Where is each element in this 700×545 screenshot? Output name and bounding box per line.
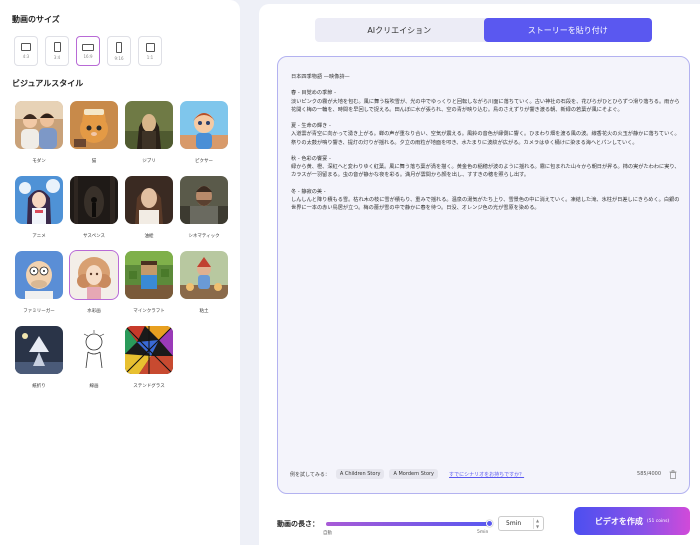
style-option-cinematic[interactable]: シネマティック: [180, 176, 228, 245]
size-option-label: 1:1: [146, 54, 154, 60]
size-options: 4:3 3:4 16:9 9:16 1:1: [14, 36, 228, 66]
style-label: 紙折り: [32, 384, 46, 389]
style-label: シネマティック: [188, 234, 220, 239]
style-label: 粘土: [199, 309, 209, 314]
style-label: モダン: [32, 159, 46, 164]
style-label: アニメ: [32, 234, 46, 239]
size-option-16-9[interactable]: 16:9: [76, 36, 100, 66]
oil-painting-thumbnail: [125, 176, 173, 224]
ghibli-thumbnail: [125, 101, 173, 149]
ratio-9-16-icon: [116, 41, 122, 53]
pixar-thumbnail: [180, 101, 228, 149]
style-option-minecraft[interactable]: マインクラフト: [125, 251, 173, 320]
style-option-anime[interactable]: アニメ: [15, 176, 63, 245]
editor-footer: 例を試してみる： A Children Story A Mordern Stor…: [290, 469, 677, 479]
style-label: 猫: [91, 159, 97, 164]
origami-thumbnail: [15, 326, 63, 374]
style-label: 水彩画: [87, 309, 101, 314]
video-size-title: 動画のサイズ: [12, 15, 60, 24]
style-label: 線画: [89, 384, 99, 389]
style-option-family-guy[interactable]: ファミリーガー: [15, 251, 63, 320]
slider-handle[interactable]: [486, 520, 493, 527]
tab-paste-story[interactable]: ストーリーを貼り付け: [483, 18, 652, 42]
size-option-label: 9:16: [114, 55, 124, 61]
line-drawing-thumbnail: [70, 326, 118, 374]
ratio-3-4-icon: [53, 42, 61, 52]
size-option-3-4[interactable]: 3:4: [45, 36, 69, 66]
style-option-modern[interactable]: モダン: [15, 101, 63, 170]
style-label: サスペンス: [82, 234, 105, 239]
size-option-label: 4:3: [22, 54, 30, 59]
style-label: ファミリーガー: [23, 309, 55, 314]
style-option-watercolor[interactable]: 水彩画: [69, 250, 119, 320]
style-option-pixar[interactable]: ピクサー: [180, 101, 228, 170]
modern-thumbnail: [15, 101, 63, 149]
size-option-label: 3:4: [53, 55, 61, 60]
chevron-up-icon[interactable]: ▲: [536, 518, 539, 523]
ratio-1-1-icon: [145, 42, 155, 52]
bottom-bar: 動画の長さ： 自動 5min 5min ▲ ▼ ビデオを作成 (51 coins…: [277, 507, 692, 539]
minecraft-thumbnail: [125, 251, 173, 299]
duration-stepper[interactable]: 5min ▲ ▼: [498, 516, 544, 531]
story-panel: AIクリエイション ストーリーを貼り付け 日本四季物語 —映像詩— 春 - 目覚…: [259, 4, 700, 545]
cinematic-thumbnail: [180, 176, 228, 224]
size-option-9-16[interactable]: 9:16: [107, 36, 131, 66]
style-option-suspense[interactable]: サスペンス: [70, 176, 118, 245]
clay-thumbnail: [180, 251, 228, 299]
have-script-link[interactable]: すでにシナリオをお持ちですか？: [449, 471, 524, 478]
family-guy-thumbnail: [15, 251, 63, 299]
style-option-line-drawing[interactable]: 線画: [70, 326, 118, 395]
visual-style-title: ビジュアルスタイル: [12, 79, 84, 88]
trash-icon[interactable]: [669, 469, 677, 479]
chevron-down-icon[interactable]: ▼: [536, 524, 539, 529]
style-label: 油絵: [144, 234, 154, 239]
suspense-thumbnail: [70, 176, 118, 224]
stepper-arrows[interactable]: ▲ ▼: [533, 518, 541, 529]
style-label: ジブリ: [142, 159, 156, 164]
create-video-button[interactable]: ビデオを作成 (51 coins): [574, 507, 690, 535]
watercolor-thumbnail: [69, 250, 119, 300]
video-length-label: 動画の長さ：: [277, 520, 319, 528]
style-option-cat[interactable]: 猫: [70, 101, 118, 170]
cat-thumbnail: [70, 101, 118, 149]
char-count: 585/4000: [637, 471, 661, 477]
size-option-4-3[interactable]: 4:3: [14, 36, 38, 66]
style-option-stained-glass[interactable]: ステンドグラス: [125, 326, 173, 395]
example-chip-modern[interactable]: A Mordern Story: [389, 469, 439, 479]
anime-thumbnail: [15, 176, 63, 224]
style-grid: モダン 猫 ジブリ ピクサー アニメ サスペンス 油絵 シネマティック ファミリ…: [15, 101, 228, 395]
style-option-origami[interactable]: 紙折り: [15, 326, 63, 395]
size-option-1-1[interactable]: 1:1: [138, 36, 162, 66]
stained-glass-thumbnail: [125, 326, 173, 374]
style-label: ピクサー: [195, 159, 213, 164]
coin-cost: (51 coins): [646, 518, 670, 524]
story-text[interactable]: 日本四季物語 —映像詩— 春 - 目覚めの季節 - 淡いピンクの霧が大地を包む。…: [291, 73, 683, 212]
tab-ai-creation[interactable]: AIクリエイション: [315, 18, 484, 42]
example-chip-children[interactable]: A Children Story: [335, 469, 385, 479]
style-option-oil-painting[interactable]: 油絵: [125, 176, 173, 245]
settings-sidebar: 動画のサイズ 4:3 3:4 16:9 9:16 1:1 ビジュアルスタイル モ…: [0, 0, 240, 545]
create-video-label: ビデオを作成: [594, 516, 643, 526]
duration-value: 5min: [506, 520, 522, 527]
try-example-label: 例を試してみる：: [290, 471, 330, 478]
style-option-ghibli[interactable]: ジブリ: [125, 101, 173, 170]
story-editor[interactable]: 日本四季物語 —映像詩— 春 - 目覚めの季節 - 淡いピンクの霧が大地を包む。…: [277, 56, 690, 494]
slider-min-label: 自動: [323, 531, 332, 536]
style-label: ステンドグラス: [133, 384, 165, 389]
mode-tabs: AIクリエイション ストーリーを貼り付け: [315, 18, 652, 42]
ratio-16-9-icon: [82, 43, 94, 51]
style-option-clay[interactable]: 粘土: [180, 251, 228, 320]
slider-max-label: 5min: [477, 530, 489, 535]
style-label: マインクラフト: [133, 309, 165, 314]
length-slider[interactable]: [326, 522, 489, 526]
size-option-label: 16:9: [83, 53, 93, 59]
ratio-4-3-icon: [21, 43, 31, 51]
